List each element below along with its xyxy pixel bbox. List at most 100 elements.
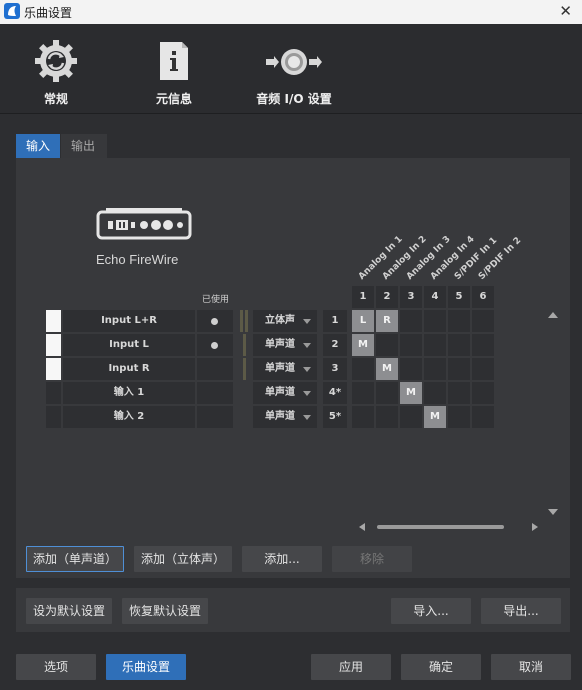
used-indicator xyxy=(197,310,233,332)
channel-column-header: 4 xyxy=(424,286,446,308)
color-swatch[interactable] xyxy=(46,310,61,332)
input-name[interactable]: Input R xyxy=(63,358,195,380)
matrix-cell[interactable]: M xyxy=(376,358,398,380)
matrix-cell[interactable] xyxy=(472,406,494,428)
tab-general[interactable]: 常规 xyxy=(22,24,90,114)
tab-inputs[interactable]: 输入 xyxy=(16,134,60,158)
apply-button[interactable]: 应用 xyxy=(311,654,391,680)
channel-mode-value: 单声道 xyxy=(265,387,295,398)
matrix-cell[interactable]: R xyxy=(376,310,398,332)
chevron-down-icon xyxy=(303,319,311,324)
import-button[interactable]: 导入... xyxy=(391,598,471,624)
window-title: 乐曲设置 xyxy=(24,6,73,20)
audio-io-icon xyxy=(266,49,322,75)
matrix-cell[interactable] xyxy=(424,358,446,380)
input-number: 3 xyxy=(323,358,347,380)
title-bar: 乐曲设置 ✕ xyxy=(0,0,582,24)
channel-mode-select[interactable]: 单声道 xyxy=(253,358,317,380)
channel-mode-select[interactable]: 单声道 xyxy=(253,406,317,428)
channel-column-header: 5 xyxy=(448,286,470,308)
scroll-right-icon[interactable] xyxy=(532,523,538,531)
matrix-cell[interactable] xyxy=(352,382,374,404)
tab-audio-io[interactable]: 音频 I/O 设置 xyxy=(252,24,336,114)
matrix-cell[interactable] xyxy=(376,334,398,356)
add-button[interactable]: 添加... xyxy=(242,546,322,572)
matrix-cell[interactable]: M xyxy=(400,382,422,404)
tab-metadata[interactable]: 元信息 xyxy=(140,24,208,114)
tab-metadata-label: 元信息 xyxy=(155,92,192,106)
scroll-down-icon[interactable] xyxy=(548,509,558,515)
set-default-button[interactable]: 设为默认设置 xyxy=(26,598,112,624)
app-logo-icon xyxy=(4,3,20,19)
remove-button[interactable]: 移除 xyxy=(332,546,412,572)
device-name: Echo FireWire xyxy=(96,252,179,267)
used-indicator xyxy=(197,382,233,404)
channel-mode-value: 立体声 xyxy=(265,315,295,326)
chevron-down-icon xyxy=(303,343,311,348)
matrix-cell[interactable] xyxy=(400,406,422,428)
input-name[interactable]: 输入 1 xyxy=(63,382,195,404)
options-button[interactable]: 选项 xyxy=(16,654,96,680)
matrix-cell[interactable] xyxy=(424,310,446,332)
matrix-cell[interactable] xyxy=(376,382,398,404)
input-name[interactable]: Input L xyxy=(63,334,195,356)
matrix-cell[interactable] xyxy=(352,406,374,428)
channel-column-header: 1 xyxy=(352,286,374,308)
tab-audio-io-label: 音频 I/O 设置 xyxy=(256,92,332,106)
horizontal-scrollbar[interactable] xyxy=(377,525,504,529)
level-meter xyxy=(240,310,243,332)
matrix-cell[interactable] xyxy=(448,310,470,332)
ok-button[interactable]: 确定 xyxy=(401,654,481,680)
chevron-down-icon xyxy=(303,391,311,396)
scroll-left-icon[interactable] xyxy=(359,523,365,531)
close-icon[interactable]: ✕ xyxy=(559,2,572,20)
input-name[interactable]: 输入 2 xyxy=(63,406,195,428)
matrix-cell[interactable] xyxy=(400,334,422,356)
color-swatch[interactable] xyxy=(46,406,61,428)
matrix-cell[interactable] xyxy=(448,382,470,404)
tab-general-label: 常规 xyxy=(43,92,68,106)
level-meter xyxy=(243,334,246,356)
scroll-up-icon[interactable] xyxy=(548,312,558,318)
matrix-cell[interactable] xyxy=(472,382,494,404)
channel-mode-select[interactable]: 立体声 xyxy=(253,310,317,332)
matrix-cell[interactable]: M xyxy=(424,406,446,428)
input-number: 1 xyxy=(323,310,347,332)
matrix-cell[interactable] xyxy=(400,310,422,332)
matrix-cell[interactable] xyxy=(472,358,494,380)
matrix-cell[interactable] xyxy=(448,358,470,380)
matrix-cell[interactable] xyxy=(424,334,446,356)
channel-mode-select[interactable]: 单声道 xyxy=(253,334,317,356)
cancel-button[interactable]: 取消 xyxy=(491,654,571,680)
color-swatch[interactable] xyxy=(46,382,61,404)
channel-column-header: 2 xyxy=(376,286,398,308)
matrix-cell[interactable] xyxy=(472,334,494,356)
matrix-cell[interactable]: M xyxy=(352,334,374,356)
matrix-cell[interactable] xyxy=(352,358,374,380)
matrix-cell[interactable] xyxy=(448,334,470,356)
input-name[interactable]: Input L+R xyxy=(63,310,195,332)
matrix-cell[interactable] xyxy=(448,406,470,428)
matrix-cell[interactable] xyxy=(376,406,398,428)
matrix-cell[interactable] xyxy=(424,382,446,404)
used-indicator xyxy=(197,334,233,356)
add-stereo-button[interactable]: 添加（立体声） xyxy=(134,546,232,572)
channel-mode-value: 单声道 xyxy=(265,339,295,350)
song-setup-button[interactable]: 乐曲设置 xyxy=(106,654,186,680)
restore-default-button[interactable]: 恢复默认设置 xyxy=(122,598,208,624)
used-dot-icon xyxy=(211,342,218,349)
chevron-down-icon xyxy=(303,367,311,372)
add-mono-button[interactable]: 添加（单声道） xyxy=(26,546,124,572)
export-button[interactable]: 导出... xyxy=(481,598,561,624)
input-number: 4* xyxy=(323,382,347,404)
used-indicator xyxy=(197,406,233,428)
matrix-cell[interactable] xyxy=(400,358,422,380)
tab-outputs[interactable]: 输出 xyxy=(61,134,107,158)
matrix-cell[interactable] xyxy=(472,310,494,332)
matrix-cell[interactable]: L xyxy=(352,310,374,332)
color-swatch[interactable] xyxy=(46,358,61,380)
channel-mode-select[interactable]: 单声道 xyxy=(253,382,317,404)
color-swatch[interactable] xyxy=(46,334,61,356)
input-number: 5* xyxy=(323,406,347,428)
input-number: 2 xyxy=(323,334,347,356)
